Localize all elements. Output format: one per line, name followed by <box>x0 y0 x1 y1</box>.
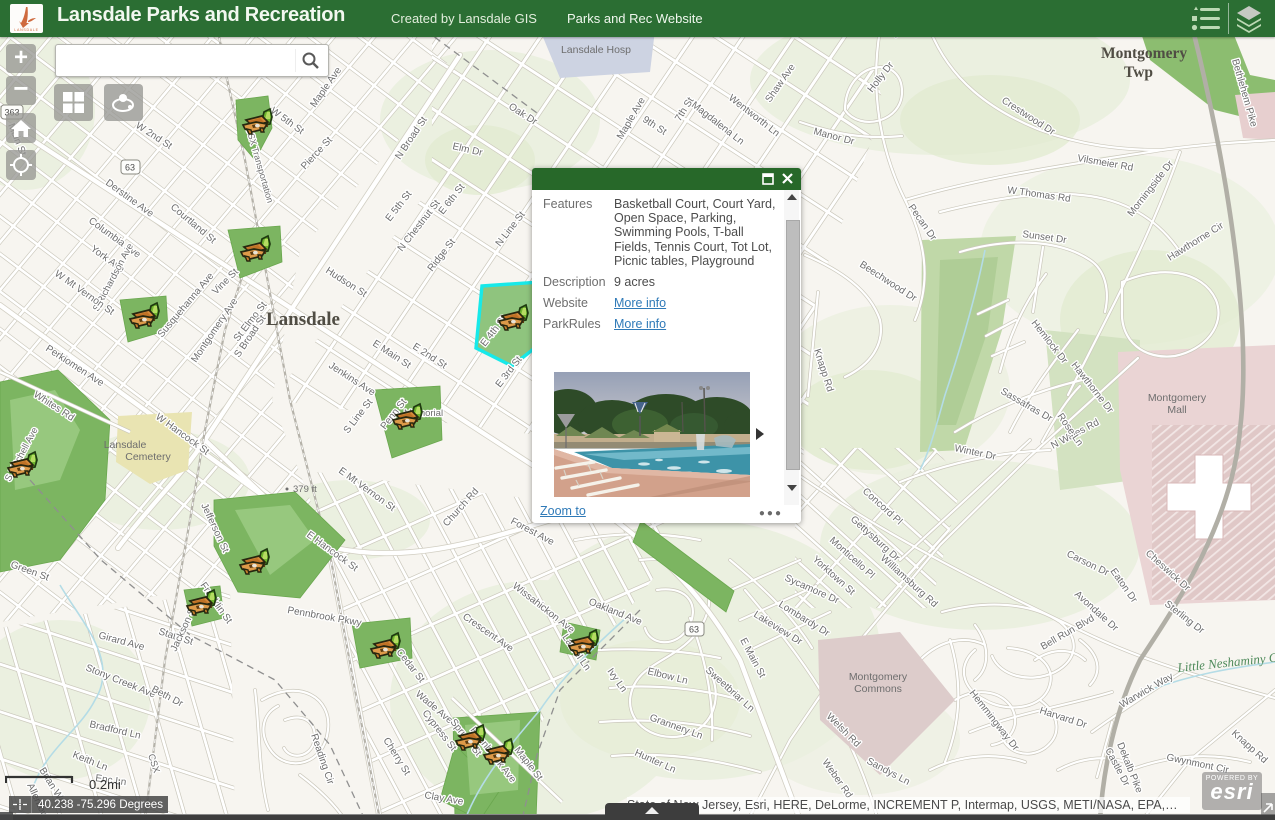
svg-text:Montgomery: Montgomery <box>1101 45 1187 62</box>
svg-text:0.2mi: 0.2mi <box>89 777 121 792</box>
svg-text:Montgomery: Montgomery <box>1148 392 1207 404</box>
svg-text:Mall: Mall <box>1167 404 1186 416</box>
svg-text:Montgomery: Montgomery <box>849 671 908 683</box>
svg-text:Lansdale: Lansdale <box>266 309 340 330</box>
svg-text:63: 63 <box>689 625 699 635</box>
svg-text:379 ft: 379 ft <box>293 484 317 495</box>
svg-text:LANSDALE: LANSDALE <box>14 28 38 32</box>
svg-text:Lansdale Hosp: Lansdale Hosp <box>561 44 631 56</box>
svg-text:Twp: Twp <box>1124 64 1153 81</box>
svg-text:Cemetery: Cemetery <box>125 451 171 463</box>
svg-text:63: 63 <box>125 163 135 173</box>
svg-text:Commons: Commons <box>854 683 902 695</box>
svg-text:Lansdale: Lansdale <box>104 439 147 451</box>
